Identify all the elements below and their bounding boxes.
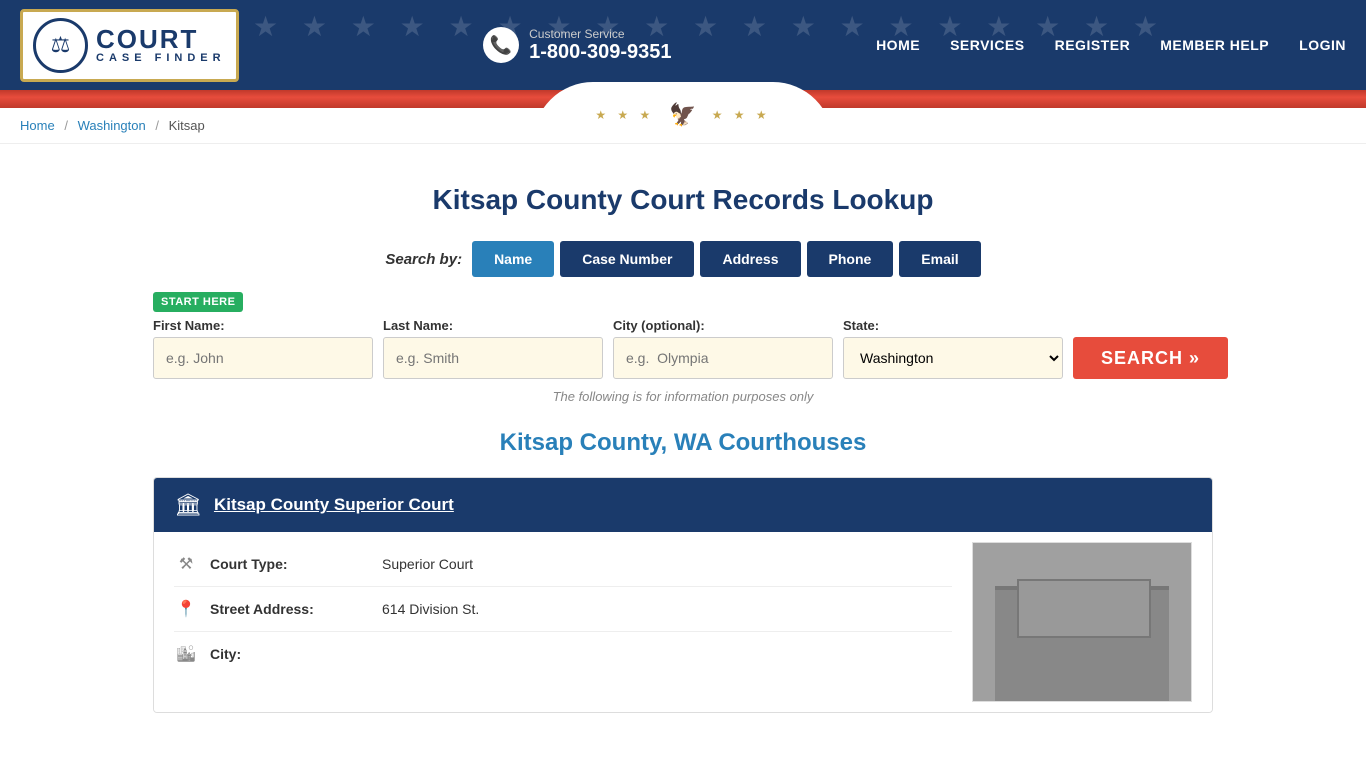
tab-phone[interactable]: Phone — [807, 241, 894, 277]
court-type-row: ⚒ Court Type: Superior Court — [174, 542, 952, 587]
logo-box: ⚖ COURT CASE FINDER — [20, 9, 239, 82]
search-button[interactable]: SEARCH » — [1073, 337, 1228, 379]
ribbon-arch: ★ ★ ★ 🦅 ★ ★ ★ — [533, 82, 833, 142]
court-card-body: ⚒ Court Type: Superior Court 📍 Street Ad… — [154, 532, 1212, 712]
emblem-icon: ⚖ — [51, 32, 71, 58]
tab-name[interactable]: Name — [472, 241, 554, 277]
last-name-label: Last Name: — [383, 318, 603, 333]
court-card: 🏛 Kitsap County Superior Court ⚒ Court T… — [153, 477, 1213, 713]
nav-services[interactable]: SERVICES — [950, 37, 1025, 53]
court-name-link[interactable]: Kitsap County Superior Court — [214, 495, 454, 515]
court-card-header: 🏛 Kitsap County Superior Court — [154, 478, 1212, 532]
state-label: State: — [843, 318, 1063, 333]
tab-case-number[interactable]: Case Number — [560, 241, 694, 277]
ribbon-stars-left: ★ ★ ★ — [595, 108, 654, 122]
state-select[interactable]: Washington Alabama Alaska Arizona Califo… — [843, 337, 1063, 379]
nav-member-help[interactable]: MEMBER HELP — [1160, 37, 1269, 53]
last-name-group: Last Name: — [383, 318, 603, 379]
cs-info: Customer Service 1-800-309-9351 — [529, 27, 671, 64]
city-label: City (optional): — [613, 318, 833, 333]
start-here-badge: START HERE — [153, 292, 243, 312]
page-title: Kitsap County Court Records Lookup — [153, 184, 1213, 216]
breadcrumb-current: Kitsap — [169, 118, 205, 133]
breadcrumb-sep-2: / — [155, 118, 159, 133]
state-group: State: Washington Alabama Alaska Arizona… — [843, 318, 1063, 379]
breadcrumb-home[interactable]: Home — [20, 118, 55, 133]
phone-icon: 📞 — [483, 27, 519, 63]
city-detail-label: City: — [210, 646, 370, 662]
cs-label: Customer Service — [529, 27, 671, 41]
logo-emblem: ⚖ — [33, 18, 88, 73]
city-group: City (optional): — [613, 318, 833, 379]
logo-text-area: COURT CASE FINDER — [96, 26, 226, 64]
main-nav: HOME SERVICES REGISTER MEMBER HELP LOGIN — [876, 37, 1346, 53]
city-row: 🏙 City: — [174, 632, 952, 676]
logo-court-text: COURT — [96, 26, 198, 52]
first-name-label: First Name: — [153, 318, 373, 333]
search-by-label: Search by: — [385, 251, 462, 268]
court-image — [972, 542, 1192, 702]
eagle-icon: 🦅 — [669, 102, 696, 128]
building-image-placeholder — [973, 543, 1191, 701]
courthouse-icon: 🏛 — [174, 492, 202, 518]
address-value: 614 Division St. — [382, 601, 479, 617]
site-header: ⚖ COURT CASE FINDER 📞 Customer Service 1… — [0, 0, 1366, 90]
search-by-row: Search by: Name Case Number Address Phon… — [153, 241, 1213, 277]
logo-casefinder-text: CASE FINDER — [96, 52, 226, 64]
search-form-container: START HERE First Name: Last Name: City (… — [153, 292, 1213, 379]
address-icon: 📍 — [174, 599, 198, 619]
cs-phone: 1-800-309-9351 — [529, 41, 671, 64]
court-type-value: Superior Court — [382, 556, 473, 572]
address-label: Street Address: — [210, 601, 370, 617]
tab-address[interactable]: Address — [700, 241, 800, 277]
first-name-input[interactable] — [153, 337, 373, 379]
nav-register[interactable]: REGISTER — [1055, 37, 1131, 53]
info-note: The following is for information purpose… — [153, 389, 1213, 404]
nav-login[interactable]: LOGIN — [1299, 37, 1346, 53]
last-name-input[interactable] — [383, 337, 603, 379]
tab-email[interactable]: Email — [899, 241, 980, 277]
logo-area: ⚖ COURT CASE FINDER — [20, 9, 239, 82]
first-name-group: First Name: — [153, 318, 373, 379]
breadcrumb-sep-1: / — [64, 118, 68, 133]
city-icon: 🏙 — [174, 644, 198, 664]
ribbon-content: ★ ★ ★ 🦅 ★ ★ ★ — [595, 102, 770, 128]
customer-service: 📞 Customer Service 1-800-309-9351 — [483, 27, 671, 64]
courthouses-title: Kitsap County, WA Courthouses — [153, 429, 1213, 457]
city-input[interactable] — [613, 337, 833, 379]
court-type-icon: ⚒ — [174, 554, 198, 574]
court-details: ⚒ Court Type: Superior Court 📍 Street Ad… — [174, 542, 952, 702]
main-content: Kitsap County Court Records Lookup Searc… — [133, 144, 1233, 753]
ribbon: ★ ★ ★ 🦅 ★ ★ ★ — [0, 90, 1366, 108]
breadcrumb-state[interactable]: Washington — [78, 118, 146, 133]
court-type-label: Court Type: — [210, 556, 370, 572]
nav-home[interactable]: HOME — [876, 37, 920, 53]
search-form: First Name: Last Name: City (optional): … — [153, 318, 1213, 379]
ribbon-stars-right: ★ ★ ★ — [712, 108, 771, 122]
address-row: 📍 Street Address: 614 Division St. — [174, 587, 952, 632]
